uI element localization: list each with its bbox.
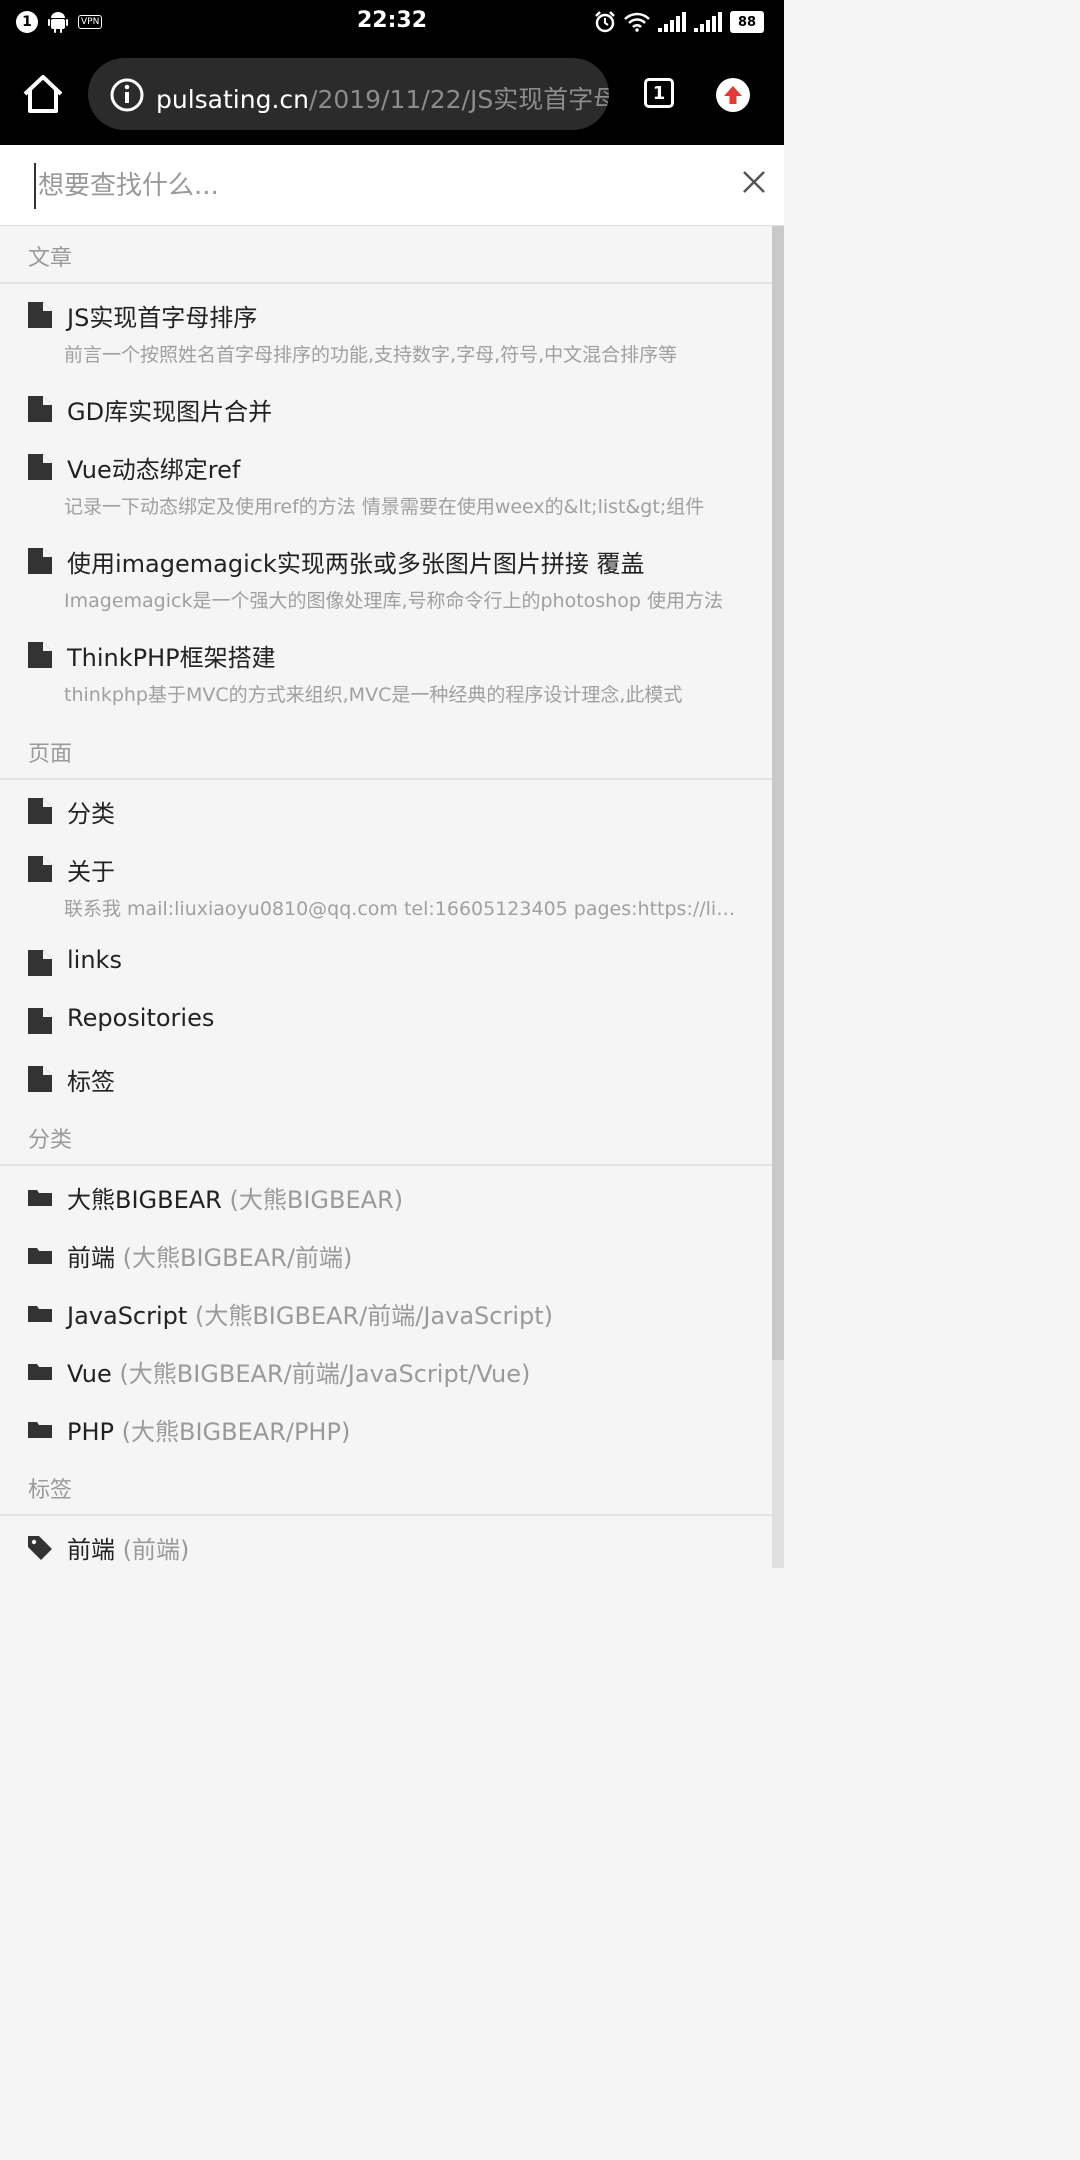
result-title: Vue动态绑定ref <box>67 456 241 484</box>
section-title: 分类 <box>28 1128 73 1153</box>
category-path: (大熊BIGBEAR/前端/JavaScript/Vue) <box>119 1360 531 1388</box>
folder-icon <box>28 1248 52 1264</box>
result-title: JavaScript (大熊BIGBEAR/前端/JavaScript) <box>67 1296 553 1331</box>
page-result[interactable]: 分类 <box>0 782 772 840</box>
wifi-icon <box>624 12 650 32</box>
signal-icon-2 <box>694 12 722 32</box>
status-right-icons: 88 <box>594 10 764 34</box>
category-result[interactable]: JavaScript (大熊BIGBEAR/前端/JavaScript) <box>0 1284 772 1342</box>
result-title: links <box>67 946 122 974</box>
search-input[interactable] <box>34 163 720 209</box>
tag-name: 前端 <box>67 1536 115 1564</box>
category-name: Vue <box>67 1360 112 1388</box>
scrollbar-thumb[interactable] <box>772 226 784 1360</box>
section-header-articles: 文章 <box>0 226 772 284</box>
category-name: JavaScript <box>67 1302 188 1330</box>
browser-toolbar: pulsating.cn/2019/11/22/JS实现首字母 1 <box>0 44 784 145</box>
scrollbar[interactable] <box>772 226 784 1568</box>
section-header-tags: 标签 <box>0 1458 772 1516</box>
close-icon[interactable] <box>740 168 768 196</box>
info-icon[interactable] <box>110 78 144 112</box>
result-title: PHP (大熊BIGBEAR/PHP) <box>67 1412 350 1447</box>
update-button[interactable] <box>716 78 750 112</box>
category-path: (大熊BIGBEAR/PHP) <box>121 1418 351 1446</box>
document-icon <box>28 950 52 976</box>
search-results: 文章 JS实现首字母排序 前言一个按照姓名首字母排序的功能,支持数字,字母,符号… <box>0 226 772 1568</box>
search-bar <box>0 145 784 226</box>
result-title: 前端 (前端) <box>67 1530 189 1565</box>
arrow-up-icon <box>724 86 742 104</box>
document-icon <box>28 454 52 480</box>
folder-icon <box>28 1422 52 1438</box>
result-snippet: Imagemagick是一个强大的图像处理库,号称命令行上的photoshop … <box>64 590 723 612</box>
category-name: 大熊BIGBEAR <box>67 1186 222 1214</box>
url-path: /2019/11/22/JS实现首字母 <box>309 85 609 114</box>
result-snippet: 前言一个按照姓名首字母排序的功能,支持数字,字母,符号,中文混合排序等 <box>64 344 678 366</box>
section-title: 标签 <box>28 1478 73 1503</box>
page-result[interactable]: 标签 <box>0 1050 772 1108</box>
folder-icon <box>28 1364 52 1380</box>
category-result[interactable]: 大熊BIGBEAR (大熊BIGBEAR) <box>0 1168 772 1226</box>
page-result[interactable]: links <box>0 934 772 992</box>
result-snippet: 记录一下动态绑定及使用ref的方法 情景需要在使用weex的&lt;list&g… <box>64 496 705 518</box>
document-icon <box>28 1008 52 1034</box>
folder-icon <box>28 1190 52 1206</box>
alarm-icon <box>595 11 615 33</box>
signal-icon-1 <box>658 12 686 32</box>
result-title: 关于 <box>67 858 115 886</box>
category-result[interactable]: PHP (大熊BIGBEAR/PHP) <box>0 1400 772 1458</box>
tag-result[interactable]: 前端 (前端) <box>0 1518 772 1568</box>
document-icon <box>28 302 52 328</box>
article-result[interactable]: JS实现首字母排序 前言一个按照姓名首字母排序的功能,支持数字,字母,符号,中文… <box>0 286 772 378</box>
category-path: (大熊BIGBEAR/前端/JavaScript) <box>194 1302 554 1330</box>
result-title: 标签 <box>67 1068 115 1096</box>
address-bar[interactable]: pulsating.cn/2019/11/22/JS实现首字母 <box>88 58 609 130</box>
category-path: (大熊BIGBEAR) <box>229 1186 404 1214</box>
result-title: 大熊BIGBEAR (大熊BIGBEAR) <box>67 1180 403 1215</box>
section-header-pages: 页面 <box>0 722 772 780</box>
tab-switcher-button[interactable]: 1 <box>644 78 674 108</box>
category-name: 前端 <box>67 1244 115 1272</box>
section-header-categories: 分类 <box>0 1108 772 1166</box>
result-title: ThinkPHP框架搭建 <box>67 644 276 672</box>
document-icon <box>28 548 52 574</box>
document-icon <box>28 396 52 422</box>
category-path: (大熊BIGBEAR/前端) <box>122 1244 353 1272</box>
article-result[interactable]: Vue动态绑定ref 记录一下动态绑定及使用ref的方法 情景需要在使用weex… <box>0 438 772 530</box>
url-text[interactable]: pulsating.cn/2019/11/22/JS实现首字母 <box>156 80 609 116</box>
result-title: Vue (大熊BIGBEAR/前端/JavaScript/Vue) <box>67 1354 530 1389</box>
document-icon <box>28 856 52 882</box>
home-icon[interactable] <box>22 74 64 114</box>
result-title: Repositories <box>67 1004 215 1032</box>
category-result[interactable]: 前端 (大熊BIGBEAR/前端) <box>0 1226 772 1284</box>
article-result[interactable]: ThinkPHP框架搭建 thinkphp基于MVC的方式来组织,MVC是一种经… <box>0 626 772 718</box>
tag-icon <box>28 1536 52 1560</box>
document-icon <box>28 798 52 824</box>
page-result[interactable]: 关于 联系我 mail:liuxiaoyu0810@qq.com tel:166… <box>0 840 772 932</box>
page-result[interactable]: Repositories <box>0 992 772 1050</box>
battery-icon: 88 <box>730 11 764 33</box>
section-title: 页面 <box>28 742 73 767</box>
article-result[interactable]: GD库实现图片合并 <box>0 380 772 438</box>
category-name: PHP <box>67 1418 114 1446</box>
result-title: 使用imagemagick实现两张或多张图片图片拼接 覆盖 <box>67 550 645 578</box>
section-title: 文章 <box>28 246 73 271</box>
result-snippet: thinkphp基于MVC的方式来组织,MVC是一种经典的程序设计理念,此模式 <box>64 684 683 706</box>
article-result[interactable]: 使用imagemagick实现两张或多张图片图片拼接 覆盖 Imagemagic… <box>0 532 772 624</box>
result-snippet: 联系我 mail:liuxiaoyu0810@qq.com tel:166051… <box>64 898 742 920</box>
document-icon <box>28 1066 52 1092</box>
url-domain: pulsating.cn <box>156 85 310 114</box>
status-bar: 1 VPN 22:32 88 <box>0 0 784 44</box>
folder-icon <box>28 1306 52 1322</box>
category-result[interactable]: Vue (大熊BIGBEAR/前端/JavaScript/Vue) <box>0 1342 772 1400</box>
result-title: GD库实现图片合并 <box>67 398 273 426</box>
result-title: JS实现首字母排序 <box>67 304 258 332</box>
result-title: 前端 (大熊BIGBEAR/前端) <box>67 1238 352 1273</box>
tag-path: (前端) <box>122 1536 190 1564</box>
document-icon <box>28 642 52 668</box>
result-title: 分类 <box>67 800 115 828</box>
